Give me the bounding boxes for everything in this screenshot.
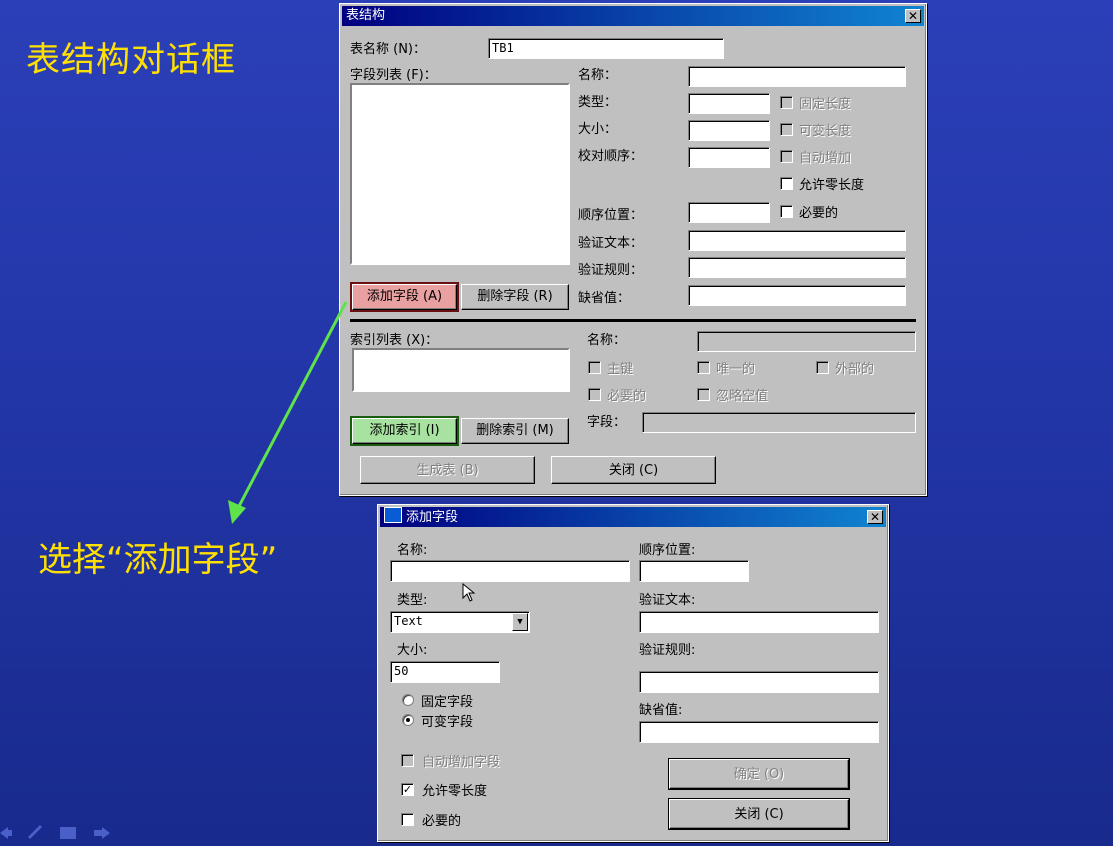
unique-label: 唯一的 [716,362,756,377]
table-name-input[interactable]: TB1 [488,38,724,59]
variable-field-label: 可变字段 [421,715,474,730]
validation-rule-input[interactable] [639,671,879,693]
ordinal-input[interactable] [688,202,770,223]
annotation-arrow [228,301,348,524]
next-slide-icon[interactable] [94,827,110,839]
type-label: 类型： [578,95,618,110]
primary-checkbox[interactable] [588,361,601,374]
ordinal-label: 顺序位置: [639,543,696,558]
required-label: 必要的 [799,206,839,221]
menu-icon[interactable] [60,827,76,839]
type-select-value: Text [394,614,423,628]
dialog-title: 表结构 [346,8,386,23]
name-input[interactable] [688,66,906,87]
validation-rule-label: 验证规则: [639,643,696,658]
validation-rule-label: 验证规则： [578,263,644,278]
ignore-nulls-label: 忽略空值 [716,389,769,404]
default-value-label: 缺省值: [639,703,683,718]
ok-button[interactable]: 确定 (O) [668,758,850,790]
table-structure-dialog: 表结构 ✕ 表名称 (N)： TB1 字段列表 (F)： 名称： 类型： 固定长… [339,3,927,496]
size-input[interactable] [688,120,770,141]
index-name-label: 名称： [587,333,627,348]
close-button[interactable]: 关闭 (C) [668,798,850,830]
close-icon[interactable]: ✕ [905,9,921,23]
size-label: 大小： [578,122,618,137]
collation-input[interactable] [688,147,770,168]
name-label: 名称： [578,68,618,83]
ordinal-input[interactable] [639,560,749,582]
delete-field-button[interactable]: 删除字段 (R) [461,284,569,310]
ordinal-label: 顺序位置： [578,208,644,223]
auto-increment-checkbox[interactable] [780,150,793,163]
validation-text-input[interactable] [688,230,906,251]
size-input[interactable]: 50 [390,661,500,683]
slide-title: 表结构对话框 [26,40,236,80]
add-field-title-bar[interactable]: 添加字段 ✕ [380,507,886,527]
type-label: 类型: [397,593,428,608]
primary-label: 主键 [607,362,634,377]
allow-zero-length-label: 允许零长度 [422,784,488,799]
type-select[interactable]: Text ▼ [390,611,530,633]
section-divider [350,319,916,322]
validation-text-input[interactable] [639,611,879,633]
variable-field-radio[interactable] [402,714,414,726]
prev-slide-icon[interactable] [0,827,12,839]
size-label: 大小: [397,643,428,658]
required-checkbox[interactable] [780,205,793,218]
allow-zero-length-checkbox[interactable] [780,177,793,190]
add-field-dialog-title: 添加字段 [406,510,459,525]
auto-increment-label: 自动增加字段 [422,755,501,770]
auto-increment-checkbox[interactable] [401,754,414,767]
collation-label: 校对顺序： [578,149,644,164]
default-value-label: 缺省值： [578,291,631,306]
validation-text-label: 验证文本: [639,593,696,608]
required-label: 必要的 [422,814,462,829]
default-value-input[interactable] [688,285,906,306]
default-value-input[interactable] [639,721,879,743]
foreign-checkbox[interactable] [816,361,829,374]
fixed-length-checkbox[interactable] [780,96,793,109]
build-table-button[interactable]: 生成表 (B) [360,456,535,484]
chevron-down-icon[interactable]: ▼ [512,613,528,631]
validation-text-label: 验证文本： [578,236,644,251]
name-label: 名称: [397,543,428,558]
index-required-label: 必要的 [607,389,647,404]
delete-index-button[interactable]: 删除索引 (M) [461,418,569,444]
type-input[interactable] [688,93,770,114]
fixed-length-label: 固定长度 [799,97,852,112]
add-field-dialog: 添加字段 ✕ 名称: 顺序位置: 类型: Text ▼ 验证文本: 大小: 50… [377,504,889,842]
field-list[interactable] [350,83,570,265]
auto-increment-label: 自动增加 [799,151,852,166]
arrow-line [234,301,348,513]
slide-nav-controls [0,825,110,839]
app-icon [384,507,402,523]
fixed-field-radio[interactable] [402,694,414,706]
slide-caption: 选择“添加字段” [38,540,278,580]
allow-zero-length-checkbox[interactable]: ✓ [401,783,414,796]
fixed-field-label: 固定字段 [421,695,474,710]
index-fields-label: 字段： [587,415,627,430]
close-icon[interactable]: ✕ [867,510,883,524]
validation-rule-input[interactable] [688,257,906,278]
variable-length-label: 可变长度 [799,124,852,139]
title-bar[interactable]: 表结构 ✕ [342,6,924,26]
table-name-label: 表名称 (N)： [350,42,427,57]
index-fields-input[interactable] [642,412,916,433]
foreign-label: 外部的 [835,362,875,377]
variable-length-checkbox[interactable] [780,123,793,136]
index-name-input[interactable] [697,331,916,352]
index-list[interactable] [352,348,570,392]
mouse-cursor-icon [462,583,476,602]
ignore-nulls-checkbox[interactable] [697,388,710,401]
arrow-head [228,500,246,524]
required-checkbox[interactable] [401,813,414,826]
close-button[interactable]: 关闭 (C) [551,456,716,484]
unique-checkbox[interactable] [697,361,710,374]
name-input[interactable] [390,560,630,582]
pen-icon[interactable] [28,825,42,839]
field-list-label: 字段列表 (F)： [350,68,437,83]
allow-zero-length-label: 允许零长度 [799,178,865,193]
index-required-checkbox[interactable] [588,388,601,401]
